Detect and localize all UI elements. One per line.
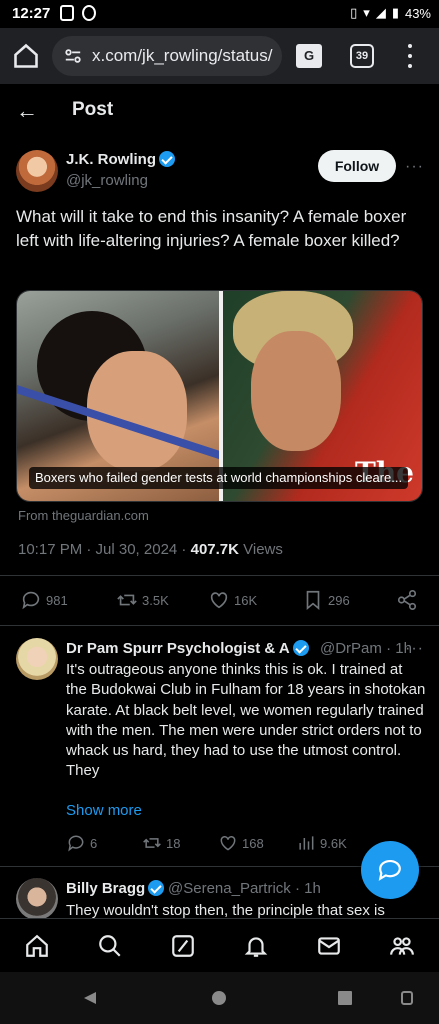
nav-grok[interactable]	[170, 933, 196, 959]
author-name[interactable]: J.K. Rowling	[66, 151, 156, 168]
reply-count: 6	[90, 835, 98, 851]
page-header: ← Post	[0, 84, 439, 136]
reply-handle-time[interactable]: @DrPam · 1h	[320, 640, 412, 657]
nav-communities[interactable]	[389, 933, 415, 959]
nav-home[interactable]	[24, 933, 50, 959]
compose-button[interactable]	[361, 841, 419, 899]
divider	[0, 575, 439, 576]
signal-icon: ◢	[375, 5, 386, 20]
system-navigation-bar	[0, 972, 439, 1024]
post-timestamp: 10:17 PM · Jul 30, 2024 · 407.7K Views	[18, 541, 283, 558]
reply-handle-time[interactable]: @Serena_Partrick · 1h	[168, 880, 321, 897]
repost-icon	[143, 838, 161, 848]
notification-icon	[82, 5, 96, 21]
show-more-link[interactable]: Show more	[66, 802, 142, 819]
battery-percent: 43%	[404, 5, 431, 21]
status-right: ▯ ▾ ◢ ▮ 43%	[350, 5, 431, 21]
views-button[interactable]: 9.6K	[296, 833, 347, 853]
search-icon	[99, 935, 121, 957]
home-icon[interactable]	[12, 42, 40, 70]
views-count: 9.6K	[320, 835, 347, 851]
divider	[0, 625, 439, 626]
reply-bubble-icon	[378, 859, 401, 881]
repost-icon	[117, 594, 137, 606]
media-caption: Boxers who failed gender tests at world …	[29, 467, 409, 489]
like-button[interactable]: 16K	[208, 589, 257, 611]
repost-count: 18	[166, 835, 181, 851]
reply-text: It's outrageous anyone thinks this is ok…	[66, 661, 426, 780]
reply-count: 981	[46, 592, 68, 608]
reply-author-name[interactable]: Billy Bragg	[66, 880, 145, 897]
post-time[interactable]: 10:17 PM · Jul 30, 2024 ·	[18, 541, 191, 558]
rotate-icon[interactable]	[399, 990, 415, 1006]
bookmark-button[interactable]: 296	[302, 589, 350, 611]
nav-search[interactable]	[97, 933, 123, 959]
bookmark-icon	[306, 590, 320, 611]
bell-icon	[244, 937, 268, 957]
communities-icon	[390, 937, 414, 955]
reply-avatar[interactable]	[16, 878, 58, 920]
browser-toolbar: x.com/jk_rowling/status/ G 39	[0, 28, 439, 84]
repost-button[interactable]: 18	[142, 833, 180, 853]
author-handle[interactable]: @jk_rowling	[66, 172, 148, 189]
sim-icon	[60, 5, 74, 21]
reply-author-row[interactable]: Billy Bragg	[66, 880, 165, 897]
reply-more-icon[interactable]: ···	[405, 640, 424, 658]
repost-count: 3.5K	[142, 592, 169, 608]
post-more-icon[interactable]: ···	[405, 158, 424, 176]
repost-button[interactable]: 3.5K	[116, 589, 169, 611]
reply-icon	[68, 835, 84, 852]
nav-notifications[interactable]	[243, 933, 269, 959]
grok-icon	[172, 935, 194, 957]
reply-button[interactable]: 981	[20, 589, 68, 611]
verified-badge-icon	[292, 640, 309, 656]
recents-square-icon[interactable]	[337, 990, 353, 1006]
like-button[interactable]: 168	[218, 833, 264, 853]
status-time: 12:27	[12, 5, 51, 22]
verified-badge-icon	[159, 151, 175, 167]
page-title: Post	[72, 99, 114, 120]
wifi-icon: ▾	[363, 5, 370, 20]
reply-icon	[22, 591, 40, 610]
verified-badge-icon	[148, 880, 165, 896]
back-arrow-icon[interactable]: ←	[16, 98, 38, 124]
views-icon	[299, 836, 314, 850]
mail-icon	[318, 937, 340, 955]
nav-messages[interactable]	[316, 933, 342, 959]
bookmark-count: 296	[328, 592, 350, 608]
post-media[interactable]: The Boxers who failed gender tests at wo…	[16, 290, 423, 502]
author-avatar[interactable]	[16, 150, 58, 192]
post-actions: 981 3.5K 16K 296	[0, 589, 439, 613]
battery-icon: ▮	[391, 5, 399, 20]
views-label: Views	[238, 541, 283, 558]
share-button[interactable]	[396, 589, 418, 611]
vibrate-icon: ▯	[350, 5, 358, 20]
browser-menu-icon[interactable]	[404, 44, 416, 68]
reply-author-name[interactable]: Dr Pam Spurr Psychologist & A	[66, 640, 290, 657]
author-name-row[interactable]: J.K. Rowling	[66, 151, 175, 168]
heart-icon	[220, 835, 236, 851]
status-bar: 12:27 ▯ ▾ ◢ ▮ 43%	[0, 0, 439, 28]
home-circle-icon[interactable]	[211, 990, 227, 1006]
media-source[interactable]: From theguardian.com	[18, 508, 149, 523]
share-icon	[397, 590, 417, 610]
back-triangle-icon[interactable]	[82, 990, 98, 1006]
post-text: What will it take to end this insanity? …	[16, 207, 407, 250]
translate-icon[interactable]: G	[296, 44, 322, 68]
home-icon	[26, 934, 48, 957]
bottom-navigation	[0, 918, 439, 972]
tab-switcher-button[interactable]: 39	[350, 44, 374, 68]
follow-button[interactable]: Follow	[318, 150, 396, 182]
reply-avatar[interactable]	[16, 638, 58, 680]
like-count: 168	[242, 835, 264, 851]
url-bar[interactable]: x.com/jk_rowling/status/	[52, 36, 282, 76]
heart-icon	[210, 592, 228, 609]
reply-author-row[interactable]: Dr Pam Spurr Psychologist & A	[66, 640, 309, 657]
views-count: 407.7K	[190, 541, 239, 558]
url-text[interactable]: x.com/jk_rowling/status/	[92, 46, 272, 66]
site-settings-icon[interactable]	[64, 47, 82, 65]
like-count: 16K	[234, 592, 258, 608]
reply-button[interactable]: 6	[66, 833, 97, 853]
